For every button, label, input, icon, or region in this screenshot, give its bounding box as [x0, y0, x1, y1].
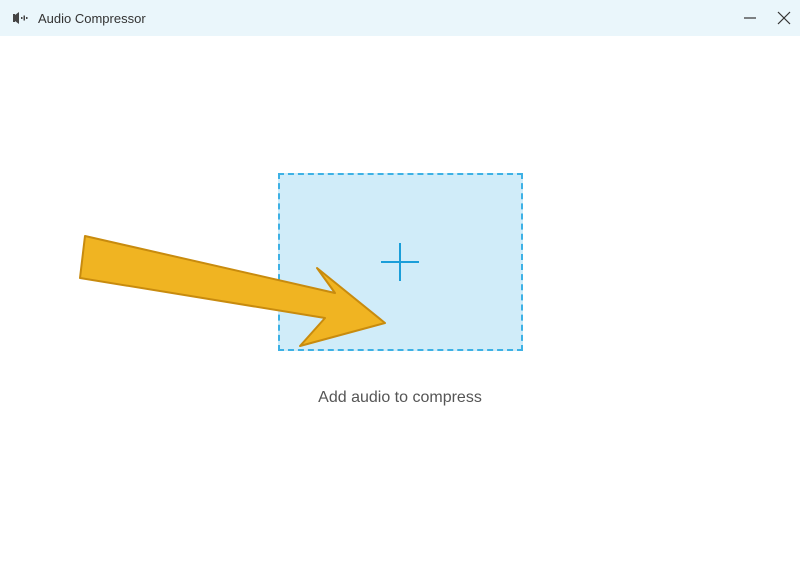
minimize-button[interactable] [742, 10, 758, 26]
close-button[interactable] [776, 10, 792, 26]
add-audio-dropzone[interactable] [278, 173, 523, 351]
audio-icon [12, 9, 30, 27]
main-content: Add audio to compress [0, 36, 800, 574]
window-title: Audio Compressor [38, 11, 146, 26]
dropzone-wrapper: Add audio to compress [278, 173, 523, 407]
titlebar: Audio Compressor [0, 0, 800, 36]
window-controls [742, 0, 792, 36]
plus-icon [377, 239, 423, 285]
dropzone-caption: Add audio to compress [318, 389, 482, 407]
